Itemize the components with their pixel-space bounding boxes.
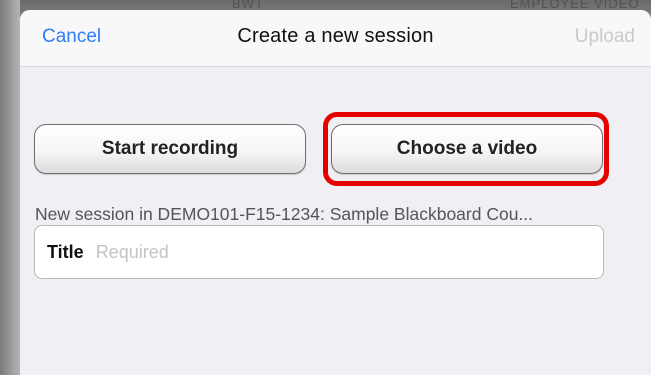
- session-description: New session in DEMO101-F15-1234: Sample …: [35, 204, 534, 224]
- title-field[interactable]: Title: [34, 225, 604, 279]
- choose-video-button[interactable]: Choose a video: [331, 124, 603, 174]
- background-sidebar: [0, 0, 20, 375]
- sheet-title: Create a new session: [237, 25, 434, 47]
- create-session-sheet: Cancel Create a new session Upload: [20, 10, 651, 375]
- title-input[interactable]: [95, 241, 496, 263]
- upload-button[interactable]: Upload: [575, 26, 635, 48]
- navigation-bar: Cancel Create a new session Upload: [20, 10, 651, 67]
- title-label: Title: [47, 241, 84, 262]
- start-recording-button[interactable]: Start recording: [34, 124, 306, 174]
